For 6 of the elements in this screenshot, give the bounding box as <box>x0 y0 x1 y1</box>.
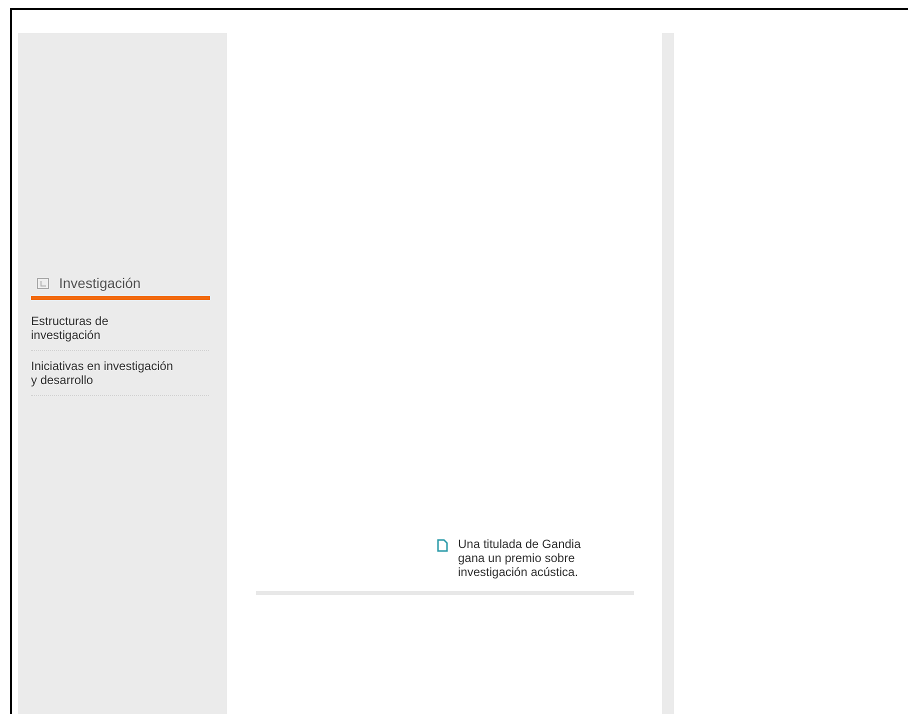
news-link[interactable]: Una titulada de Gandia gana un premio sobre investigación acústica. <box>458 537 581 579</box>
document-icon <box>437 539 448 552</box>
sidebar-link[interactable]: Iniciativas en investigación y desarrollo <box>31 359 209 396</box>
sidebar-link[interactable]: Estructuras de investigación <box>31 314 209 351</box>
section-heading: Investigación <box>59 275 141 291</box>
section-icon <box>37 278 49 288</box>
